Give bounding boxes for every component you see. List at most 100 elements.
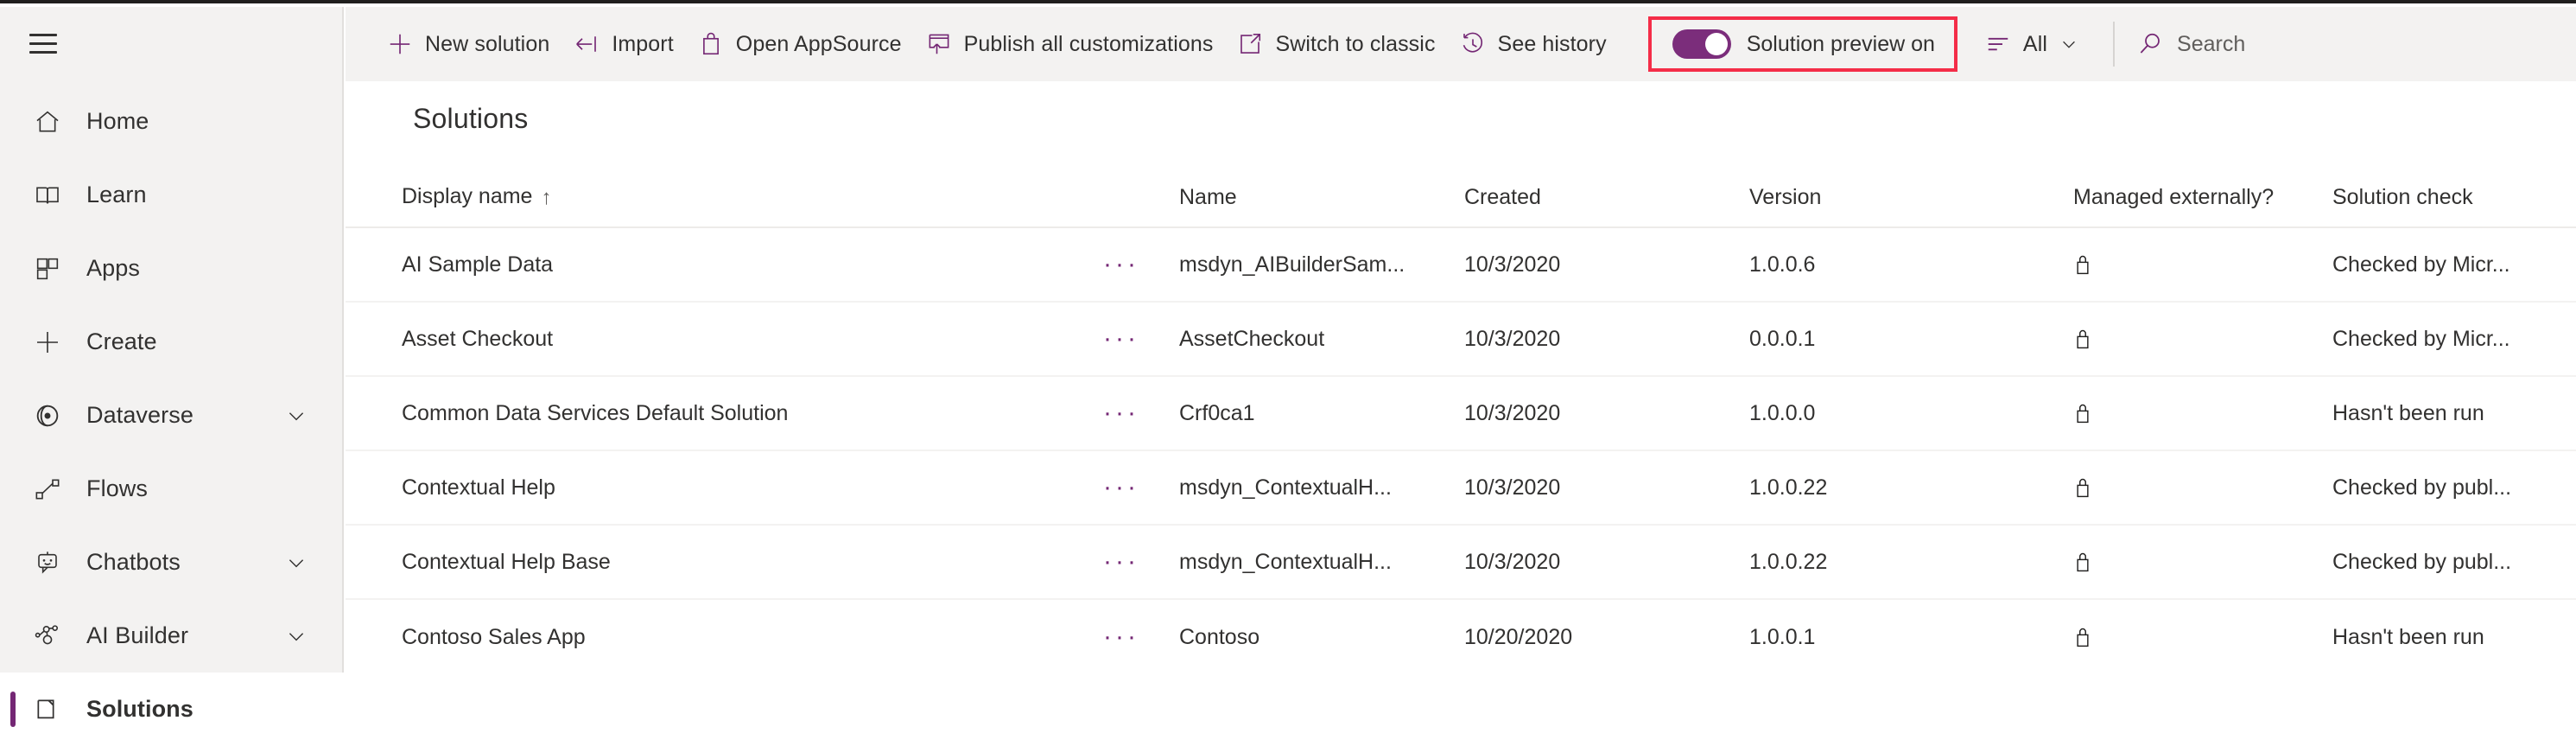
publish-up-arrow-icon	[926, 31, 952, 57]
table-row[interactable]: Contoso Sales App ··· Contoso 10/20/2020…	[346, 600, 2576, 674]
sidebar-item-solutions[interactable]: Solutions	[0, 673, 344, 746]
more-options-icon[interactable]: ···	[1101, 544, 1141, 580]
row-actions-menu[interactable]: ···	[1101, 321, 1179, 357]
plus-icon	[387, 31, 413, 57]
import-label: Import	[612, 31, 674, 56]
search-placeholder: Search	[2177, 31, 2246, 56]
command-bar-divider	[2113, 22, 2116, 67]
search-input[interactable]: Search	[2120, 7, 2262, 81]
cell-solution-check: Checked by publ...	[2332, 549, 2512, 574]
sidebar-item-label: Chatbots	[86, 549, 181, 575]
open-appsource-button[interactable]: Open AppSource	[686, 7, 914, 81]
history-clock-icon	[1460, 31, 1486, 57]
shopping-bag-icon	[698, 31, 724, 57]
row-actions-menu[interactable]: ···	[1101, 619, 1179, 655]
column-header-created[interactable]: Created	[1464, 185, 1749, 210]
more-options-icon[interactable]: ···	[1101, 395, 1141, 431]
cell-name: Crf0ca1	[1179, 400, 1255, 425]
cell-version: 0.0.0.1	[1749, 326, 1816, 351]
new-solution-label: New solution	[425, 31, 550, 56]
sidebar-item-label: Create	[86, 328, 157, 354]
table-row[interactable]: Common Data Services Default Solution ··…	[346, 377, 2576, 451]
sidebar-item-dataverse[interactable]: Dataverse	[0, 379, 344, 452]
plus-icon	[33, 328, 62, 357]
external-link-icon	[1237, 31, 1263, 57]
cell-name: AssetCheckout	[1179, 326, 1325, 351]
more-options-icon[interactable]: ···	[1101, 321, 1141, 357]
search-icon	[2137, 31, 2163, 57]
column-header-solution-check[interactable]: Solution check	[2332, 185, 2576, 210]
cell-solution-check: Checked by Micr...	[2332, 252, 2510, 277]
switch-to-classic-button[interactable]: Switch to classic	[1225, 7, 1447, 81]
sidebar-item-apps[interactable]: Apps	[0, 232, 344, 305]
more-options-icon[interactable]: ···	[1101, 469, 1141, 506]
filter-label: All	[2022, 31, 2048, 56]
cell-display-name[interactable]: Common Data Services Default Solution	[402, 401, 1101, 426]
sidebar-item-label: Learn	[86, 182, 147, 207]
cell-display-name[interactable]: Contextual Help	[402, 475, 1101, 501]
cell-display-name[interactable]: AI Sample Data	[402, 252, 1101, 277]
apps-grid-icon	[33, 254, 62, 284]
cell-managed-externally	[2073, 476, 2332, 499]
switch-to-classic-label: Switch to classic	[1275, 31, 1436, 56]
cell-managed-externally	[2073, 551, 2332, 573]
sidebar-item-chatbots[interactable]: Chatbots	[0, 526, 344, 599]
sidebar-item-home[interactable]: Home	[0, 85, 344, 158]
column-header-label: Display name	[402, 184, 533, 208]
hamburger-menu-icon[interactable]	[26, 30, 64, 60]
import-button[interactable]: Import	[562, 7, 685, 81]
lock-icon	[2073, 253, 2092, 276]
sidebar-item-ai-builder[interactable]: AI Builder	[0, 599, 344, 673]
power-apps-maker-portal: Home Learn Apps Create Dataverse Flows C…	[0, 0, 2576, 746]
left-navigation-sidebar: Home Learn Apps Create Dataverse Flows C…	[0, 7, 344, 746]
column-header-version[interactable]: Version	[1749, 185, 2073, 210]
sidebar-nav-list: Home Learn Apps Create Dataverse Flows C…	[0, 85, 344, 746]
row-actions-menu[interactable]: ···	[1101, 544, 1179, 580]
publish-all-customizations-button[interactable]: Publish all customizations	[914, 7, 1226, 81]
sort-ascending-icon: ↑	[541, 186, 552, 209]
row-actions-menu[interactable]: ···	[1101, 395, 1179, 431]
sidebar-item-label: AI Builder	[86, 622, 189, 648]
lock-icon	[2073, 402, 2092, 424]
cell-created: 10/3/2020	[1464, 400, 1561, 425]
solution-preview-toggle[interactable]: Solution preview on	[1647, 16, 1957, 72]
more-options-icon[interactable]: ···	[1101, 619, 1141, 655]
cell-display-name[interactable]: Asset Checkout	[402, 327, 1101, 352]
row-actions-menu[interactable]: ···	[1101, 469, 1179, 506]
more-options-icon[interactable]: ···	[1101, 246, 1141, 283]
command-bar: New solution Import Open AppSource Publi…	[346, 7, 2576, 81]
cell-display-name[interactable]: Contoso Sales App	[402, 625, 1101, 650]
cell-managed-externally	[2073, 328, 2332, 350]
chevron-down-icon[interactable]	[285, 405, 308, 427]
sidebar-item-label: Solutions	[86, 696, 194, 722]
column-header-name[interactable]: Name	[1179, 185, 1464, 210]
column-header-managed-externally[interactable]: Managed externally?	[2073, 185, 2332, 210]
toggle-track[interactable]	[1672, 29, 1731, 59]
chevron-down-icon[interactable]	[285, 552, 308, 574]
column-header-display-name[interactable]: Display name ↑	[402, 184, 1101, 210]
cell-display-name[interactable]: Contextual Help Base	[402, 550, 1101, 575]
cell-created: 10/3/2020	[1464, 549, 1561, 574]
table-row[interactable]: Contextual Help ··· msdyn_ContextualH...…	[346, 451, 2576, 526]
table-row[interactable]: Asset Checkout ··· AssetCheckout 10/3/20…	[346, 303, 2576, 377]
see-history-button[interactable]: See history	[1448, 7, 1619, 81]
chevron-down-icon[interactable]	[285, 625, 308, 647]
row-actions-menu[interactable]: ···	[1101, 246, 1179, 283]
flow-icon	[33, 475, 62, 504]
filter-all-dropdown[interactable]: All	[1973, 7, 2091, 81]
sidebar-item-flows[interactable]: Flows	[0, 452, 344, 526]
cell-created: 10/20/2020	[1464, 624, 1573, 649]
page-title: Solutions	[413, 103, 529, 134]
dataverse-icon	[33, 401, 62, 430]
cell-created: 10/3/2020	[1464, 252, 1561, 277]
chevron-down-icon	[2059, 35, 2078, 54]
table-row[interactable]: Contextual Help Base ··· msdyn_Contextua…	[346, 526, 2576, 600]
import-arrow-icon	[574, 31, 600, 57]
table-row[interactable]: AI Sample Data ··· msdyn_AIBuilderSam...…	[346, 228, 2576, 303]
open-appsource-label: Open AppSource	[735, 31, 902, 56]
sidebar-item-create[interactable]: Create	[0, 305, 344, 379]
lock-icon	[2073, 476, 2092, 499]
new-solution-button[interactable]: New solution	[375, 7, 562, 81]
sidebar-item-learn[interactable]: Learn	[0, 158, 344, 232]
sidebar-item-label: Flows	[86, 475, 149, 501]
